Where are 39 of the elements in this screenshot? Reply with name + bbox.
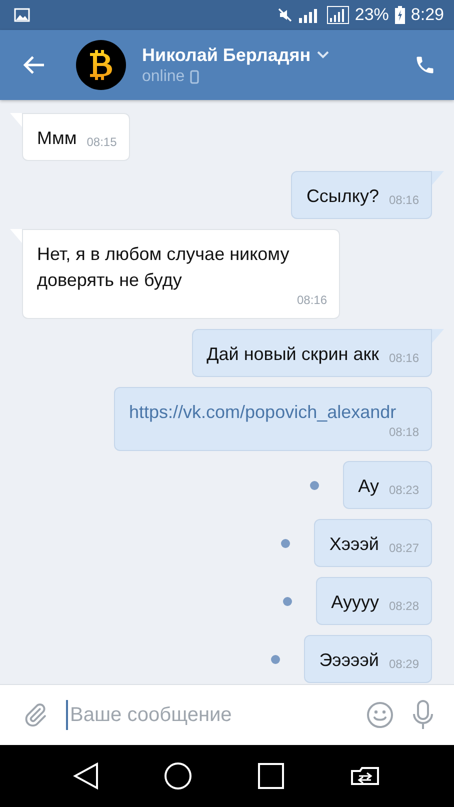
message-text: Эээээй [319, 649, 379, 672]
message-text: Ссылку? [306, 185, 379, 208]
clock: 8:29 [410, 5, 444, 25]
message-time: 08:15 [86, 135, 117, 151]
message-time: 08:27 [388, 541, 419, 557]
recent-apps-icon[interactable] [258, 763, 284, 789]
message-time: 08:16 [388, 193, 419, 209]
phone-icon[interactable] [414, 54, 436, 76]
gallery-icon [14, 8, 30, 22]
battery-icon [394, 6, 405, 24]
back-icon[interactable] [22, 55, 46, 75]
message-time: 08:23 [388, 483, 419, 499]
phone-device-icon [190, 70, 199, 84]
message-link[interactable]: https://vk.com/popovich_alexandr [129, 399, 419, 425]
message-input[interactable]: Ваше сообщение [66, 700, 348, 730]
signal-icon [326, 6, 349, 24]
switch-apps-icon[interactable] [349, 764, 382, 788]
bitcoin-icon [90, 50, 112, 80]
mute-icon [276, 7, 293, 23]
emoji-icon[interactable] [366, 701, 394, 729]
contact-name[interactable]: Николай Берладян [142, 44, 311, 66]
chevron-down-icon[interactable] [316, 51, 329, 59]
message-text: Ауууу [331, 591, 379, 614]
message-time: 08:29 [388, 657, 419, 673]
microphone-icon[interactable] [412, 700, 434, 730]
online-status: online [142, 68, 185, 86]
message-text: Ммм [37, 127, 77, 150]
message-text: Ау [358, 475, 379, 498]
message-text: Нет, я в любом случае никому доверять не буду [37, 243, 290, 292]
message-text: Дай новый скрин акк [206, 343, 379, 366]
avatar[interactable] [76, 40, 126, 90]
message-time: 08:18 [388, 425, 419, 441]
home-icon[interactable] [164, 762, 192, 790]
message-time: 08:16 [296, 293, 327, 309]
message-time: 08:28 [388, 599, 419, 615]
message-text: Хэээй [329, 533, 379, 556]
message-time: 08:16 [388, 351, 419, 367]
battery-level: 23% [354, 5, 389, 25]
back-nav-icon[interactable] [72, 762, 99, 790]
